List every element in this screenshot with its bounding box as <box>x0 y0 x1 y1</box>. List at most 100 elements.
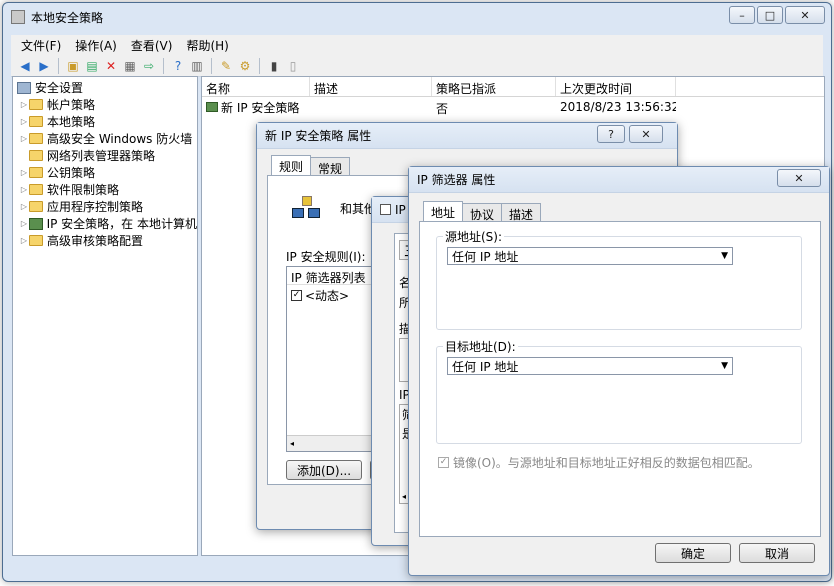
assign-icon[interactable]: ▮ <box>266 58 282 74</box>
expand-arrow-icon[interactable]: ▷ <box>19 134 29 143</box>
manage-filters-icon[interactable]: ⚙ <box>237 58 253 74</box>
mirror-label: 镜像(O)。与源地址和目标地址正好相反的数据包相匹配。 <box>453 456 760 470</box>
console-icon[interactable]: ▥ <box>189 58 205 74</box>
delete-icon[interactable]: ✕ <box>103 58 119 74</box>
tree-item-network-list[interactable]: 网络列表管理器策略 <box>13 147 197 164</box>
list-item-label: <动态> <box>305 289 350 303</box>
expand-arrow-icon[interactable]: ▷ <box>19 219 29 228</box>
chevron-down-icon: ▼ <box>721 361 728 371</box>
tree-item-local-policy[interactable]: ▷ 本地策略 <box>13 113 197 130</box>
folder-icon <box>29 184 43 195</box>
tree-item-label: 软件限制策略 <box>47 183 120 197</box>
dialog-icon <box>380 204 391 215</box>
minimize-button[interactable]: – <box>729 6 755 24</box>
row-assigned-cell: 否 <box>436 102 449 116</box>
unassign-icon[interactable]: ▯ <box>285 58 301 74</box>
caption-buttons: – □ ✕ <box>729 6 825 24</box>
folder-icon <box>29 235 43 246</box>
folder-icon <box>29 133 43 144</box>
navigation-tree: 安全设置 ▷ 帐户策略 ▷ 本地策略 ▷ 高级安全 Windows 防火墙 网络… <box>12 76 198 556</box>
close-button[interactable]: ✕ <box>785 6 825 24</box>
ok-button-label: 确定 <box>680 546 705 561</box>
source-address-select[interactable]: 任何 IP 地址 ▼ <box>447 247 733 265</box>
expand-arrow-icon[interactable]: ▷ <box>19 185 29 194</box>
dest-address-group: 目标地址(D): 任何 IP 地址 ▼ <box>436 338 802 444</box>
cancel-button[interactable]: 取消 <box>739 543 815 563</box>
column-header-name[interactable]: 名称 <box>202 77 310 96</box>
forward-arrow-icon[interactable]: ▶ <box>36 58 52 74</box>
mirror-option[interactable]: ✓ 镜像(O)。与源地址和目标地址正好相反的数据包相匹配。 <box>438 454 760 471</box>
folder-icon <box>29 116 43 127</box>
column-header-modified[interactable]: 上次更改时间 <box>556 77 676 96</box>
row-name: 新 IP 安全策略 <box>221 100 300 115</box>
app-icon <box>11 10 25 24</box>
show-tree-icon[interactable]: ▤ <box>84 58 100 74</box>
help-button[interactable]: ? <box>597 125 625 143</box>
rule-dialog-title: IP <box>395 202 406 217</box>
network-icon <box>292 196 324 222</box>
toolbar-separator <box>163 57 164 74</box>
tree-item-software-restriction[interactable]: ▷ 软件限制策略 <box>13 181 197 198</box>
tree-item-advanced-audit[interactable]: ▷ 高级审核策略配置 <box>13 232 197 249</box>
tree-item-label: 安全设置 <box>35 81 84 95</box>
export-icon[interactable]: ⇨ <box>141 58 157 74</box>
expand-arrow-icon[interactable]: ▷ <box>19 202 29 211</box>
source-address-value: 任何 IP 地址 <box>452 249 519 264</box>
table-row[interactable]: 新 IP 安全策略 否 2018/8/23 13:56:32 <box>202 97 824 117</box>
menu-file[interactable]: 文件(F) <box>21 37 61 54</box>
properties-icon[interactable]: ▦ <box>122 58 138 74</box>
row-name-cell: 新 IP 安全策略 <box>202 97 310 117</box>
policy-dialog-title: 新 IP 安全策略 属性 <box>265 129 372 143</box>
expand-arrow-icon[interactable]: ▷ <box>19 168 29 177</box>
ok-button[interactable]: 确定 <box>655 543 731 563</box>
tree-item-label: 应用程序控制策略 <box>47 200 144 214</box>
dest-address-value: 任何 IP 地址 <box>452 359 519 374</box>
scroll-arrow-icon[interactable]: ◂ <box>402 492 406 501</box>
expand-arrow-icon[interactable]: ▷ <box>19 117 29 126</box>
back-arrow-icon[interactable]: ◀ <box>17 58 33 74</box>
folder-icon <box>29 167 43 178</box>
checkbox-checked[interactable]: ✓ <box>291 290 302 301</box>
list-header: 名称 描述 策略已指派 上次更改时间 <box>202 77 824 97</box>
help-icon[interactable]: ? <box>170 58 186 74</box>
dest-address-select[interactable]: 任何 IP 地址 ▼ <box>447 357 733 375</box>
menubar: 文件(F) 操作(A) 查看(V) 帮助(H) <box>11 35 823 55</box>
window-title: 本地安全策略 <box>31 10 104 25</box>
menu-action[interactable]: 操作(A) <box>75 37 117 54</box>
policy-icon <box>206 102 218 112</box>
maximize-button[interactable]: □ <box>757 6 783 24</box>
filter-dialog-close-button[interactable]: ✕ <box>777 169 821 187</box>
menu-view[interactable]: 查看(V) <box>131 37 173 54</box>
tree-item-app-control[interactable]: ▷ 应用程序控制策略 <box>13 198 197 215</box>
ip-filter-properties-dialog: IP 筛选器 属性 ✕ 地址 协议 描述 源地址(S): 任何 IP 地址 ▼ … <box>408 166 830 576</box>
tree-item-label: 网络列表管理器策略 <box>47 149 156 163</box>
tree-item-ip-security[interactable]: ▷ IP 安全策略，在 本地计算机 <box>13 215 197 232</box>
dialog-close-button[interactable]: ✕ <box>629 125 663 143</box>
toolbar-separator <box>259 57 260 74</box>
tree-item-label: 高级审核策略配置 <box>47 234 144 248</box>
filter-dialog-title: IP 筛选器 属性 <box>417 173 496 187</box>
add-button[interactable]: 添加(D)... <box>286 460 362 480</box>
column-header-assigned[interactable]: 策略已指派 <box>432 77 556 96</box>
filter-tab-panel: 源地址(S): 任何 IP 地址 ▼ 目标地址(D): 任何 IP 地址 ▼ ✓… <box>419 221 821 537</box>
tree-item-public-key[interactable]: ▷ 公钥策略 <box>13 164 197 181</box>
expand-arrow-icon[interactable]: ▷ <box>19 100 29 109</box>
filter-dialog-titlebar: IP 筛选器 属性 <box>409 167 829 193</box>
toolbar-separator <box>58 57 59 74</box>
up-folder-icon[interactable]: ▣ <box>65 58 81 74</box>
toolbar-separator <box>211 57 212 74</box>
mirror-checkbox[interactable]: ✓ <box>438 457 449 468</box>
toolbar: ◀ ▶ ▣ ▤ ✕ ▦ ⇨ ? ▥ ✎ ⚙ ▮ ▯ <box>11 55 823 77</box>
new-policy-icon[interactable]: ✎ <box>218 58 234 74</box>
expand-arrow-icon[interactable]: ▷ <box>19 236 29 245</box>
tree-item-firewall[interactable]: ▷ 高级安全 Windows 防火墙 <box>13 130 197 147</box>
row-desc-cell <box>310 97 432 117</box>
row-modified-cell: 2018/8/23 13:56:32 <box>560 100 676 114</box>
menu-help[interactable]: 帮助(H) <box>186 37 228 54</box>
tree-item-security-settings[interactable]: 安全设置 <box>13 79 197 96</box>
tree-item-label: IP 安全策略，在 本地计算机 <box>46 217 197 231</box>
folder-icon <box>29 150 43 161</box>
column-header-desc[interactable]: 描述 <box>310 77 432 96</box>
folder-icon <box>29 201 43 212</box>
tree-item-account-policy[interactable]: ▷ 帐户策略 <box>13 96 197 113</box>
